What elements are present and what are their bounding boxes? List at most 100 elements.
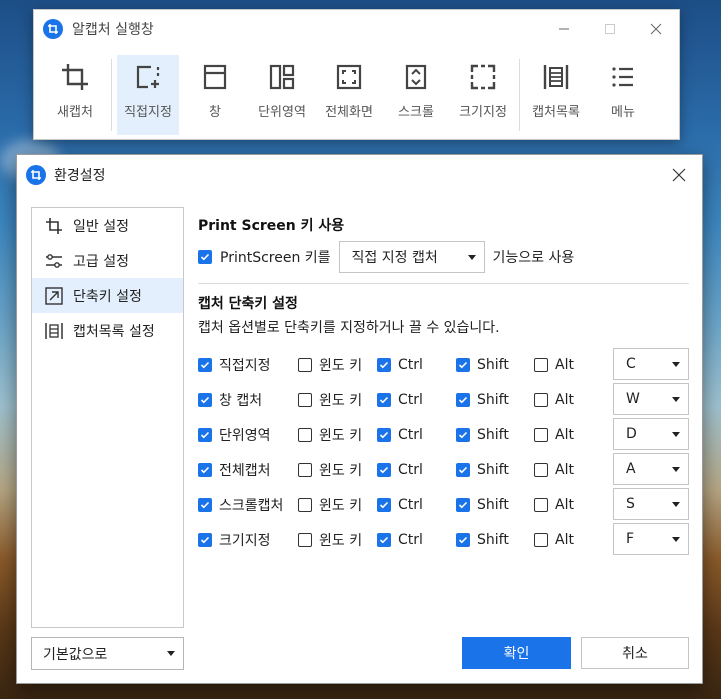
hotkey-enable-label: 전체캡처 xyxy=(219,462,271,479)
hotkey-shift-checkbox[interactable] xyxy=(456,427,470,442)
hotkey-enable-checkbox[interactable] xyxy=(198,427,212,442)
tool-fixed-size[interactable]: 크기지정 xyxy=(452,55,514,135)
tool-unit-area[interactable]: 단위영역 xyxy=(251,55,313,135)
hotkey-alt-checkbox[interactable] xyxy=(534,462,548,477)
tool-region-select[interactable]: 직접지정 xyxy=(117,55,179,135)
hotkey-shift-checkbox[interactable] xyxy=(456,462,470,477)
chevron-down-icon xyxy=(167,651,175,656)
toolbar-divider xyxy=(111,59,112,131)
close-button[interactable] xyxy=(633,10,679,48)
hotkey-ctrl-checkbox[interactable] xyxy=(377,462,391,477)
hotkey-win-checkbox[interactable] xyxy=(298,532,312,547)
capture-window-titlebar[interactable]: 알캡처 실행창 xyxy=(34,10,679,48)
sidebar-item-advanced[interactable]: 고급 설정 xyxy=(32,243,183,278)
chevron-down-icon xyxy=(672,362,680,367)
hotkey-key-value: F xyxy=(626,531,635,547)
chevron-down-icon xyxy=(672,432,680,437)
hotkey-key-value: C xyxy=(626,356,636,372)
sidebar-item-label: 일반 설정 xyxy=(73,218,129,235)
hotkey-enable-option: 전체캡처 xyxy=(198,452,271,487)
check-icon xyxy=(458,431,468,438)
hotkey-win-label: 윈도 키 xyxy=(319,497,363,514)
tool-menu[interactable]: 메뉴 xyxy=(592,55,654,135)
tool-capture-list[interactable]: 캡처목록 xyxy=(525,55,587,135)
hotkey-key-dropdown[interactable]: A xyxy=(613,453,689,485)
hotkey-row: 전체캡처 윈도 키 Ctrl Shift Alt A xyxy=(198,452,689,487)
hotkey-key-dropdown[interactable]: S xyxy=(613,488,689,520)
hotkey-key-dropdown[interactable]: W xyxy=(613,383,689,415)
hotkey-ctrl-checkbox[interactable] xyxy=(377,392,391,407)
check-icon xyxy=(200,253,210,261)
sidebar-item-label: 단축키 설정 xyxy=(73,288,142,305)
hotkey-win-checkbox[interactable] xyxy=(298,357,312,372)
chevron-down-icon xyxy=(672,537,680,542)
tool-label: 크기지정 xyxy=(459,105,507,120)
app-logo-icon xyxy=(43,19,63,39)
hotkey-win-checkbox[interactable] xyxy=(298,427,312,442)
maximize-button[interactable] xyxy=(587,10,633,48)
hotkey-ctrl-label: Ctrl xyxy=(398,496,423,513)
sidebar-item-general[interactable]: 일반 설정 xyxy=(32,208,183,243)
hotkey-ctrl-label: Ctrl xyxy=(398,391,423,408)
hotkey-alt-option: Alt xyxy=(534,522,574,557)
printscreen-checkbox[interactable] xyxy=(198,250,212,264)
hotkey-shift-option: Shift xyxy=(456,522,509,557)
settings-dialog-titlebar[interactable]: 환경설정 xyxy=(17,155,702,194)
tool-label: 새캡처 xyxy=(57,105,93,120)
hotkey-alt-checkbox[interactable] xyxy=(534,392,548,407)
hotkey-shift-option: Shift xyxy=(456,452,509,487)
region-select-icon xyxy=(136,65,160,89)
hotkey-win-option: 윈도 키 xyxy=(298,347,362,382)
hotkey-alt-checkbox[interactable] xyxy=(534,427,548,442)
hotkey-ctrl-checkbox[interactable] xyxy=(377,532,391,547)
hotkey-enable-label: 스크롤캡처 xyxy=(219,497,284,514)
cancel-button[interactable]: 취소 xyxy=(581,637,689,669)
hotkey-win-checkbox[interactable] xyxy=(298,392,312,407)
hotkey-alt-label: Alt xyxy=(555,496,574,513)
hotkey-shift-label: Shift xyxy=(477,531,509,548)
sidebar-item-shortcuts[interactable]: 단축키 설정 xyxy=(32,278,183,313)
hotkey-enable-option: 직접지정 xyxy=(198,347,271,382)
hotkey-ctrl-label: Ctrl xyxy=(398,426,423,443)
printscreen-mode-dropdown[interactable]: 직접 지정 캡처 xyxy=(338,241,485,273)
tool-scroll[interactable]: 스크롤 xyxy=(385,55,447,135)
hotkey-key-dropdown[interactable]: C xyxy=(613,348,689,380)
hotkey-shift-checkbox[interactable] xyxy=(456,392,470,407)
defaults-dropdown[interactable]: 기본값으로 xyxy=(31,637,184,670)
toolbar-divider xyxy=(519,59,520,131)
hotkey-enable-option: 스크롤캡처 xyxy=(198,487,283,522)
close-icon xyxy=(672,168,686,181)
tool-fullscreen[interactable]: 전체화면 xyxy=(318,55,380,135)
hotkey-enable-checkbox[interactable] xyxy=(198,497,212,512)
hotkey-enable-checkbox[interactable] xyxy=(198,462,212,477)
hotkey-key-dropdown[interactable]: F xyxy=(613,523,689,555)
settings-dialog: 환경설정 일반 설정 고급 설정 단축키 설정 캡처목록 설정 기본값으로 Pr… xyxy=(16,154,703,684)
hotkey-alt-checkbox[interactable] xyxy=(534,497,548,512)
dialog-close-button[interactable] xyxy=(656,155,702,194)
hotkey-alt-option: Alt xyxy=(534,417,574,452)
hotkey-alt-checkbox[interactable] xyxy=(534,357,548,372)
hotkey-shift-label: Shift xyxy=(477,426,509,443)
hotkey-shift-checkbox[interactable] xyxy=(456,357,470,372)
hotkey-shift-label: Shift xyxy=(477,461,509,478)
hotkey-alt-checkbox[interactable] xyxy=(534,532,548,547)
hotkey-ctrl-option: Ctrl xyxy=(377,347,423,382)
hotkey-shift-checkbox[interactable] xyxy=(456,497,470,512)
hotkey-alt-option: Alt xyxy=(534,452,574,487)
hotkey-key-dropdown[interactable]: D xyxy=(613,418,689,450)
hotkey-enable-checkbox[interactable] xyxy=(198,532,212,547)
hotkey-row: 창 캡처 윈도 키 Ctrl Shift Alt W xyxy=(198,382,689,417)
ok-button[interactable]: 확인 xyxy=(462,637,571,669)
sidebar-item-capture-list[interactable]: 캡처목록 설정 xyxy=(32,313,183,348)
hotkey-ctrl-checkbox[interactable] xyxy=(377,357,391,372)
minimize-button[interactable] xyxy=(541,10,587,48)
hotkey-ctrl-checkbox[interactable] xyxy=(377,427,391,442)
hotkey-win-checkbox[interactable] xyxy=(298,497,312,512)
hotkey-enable-checkbox[interactable] xyxy=(198,357,212,372)
hotkey-shift-checkbox[interactable] xyxy=(456,532,470,547)
tool-window[interactable]: 창 xyxy=(184,55,246,135)
hotkey-ctrl-checkbox[interactable] xyxy=(377,497,391,512)
tool-new-capture[interactable]: 새캡처 xyxy=(44,55,106,135)
hotkey-enable-checkbox[interactable] xyxy=(198,392,212,407)
hotkey-win-checkbox[interactable] xyxy=(298,462,312,477)
